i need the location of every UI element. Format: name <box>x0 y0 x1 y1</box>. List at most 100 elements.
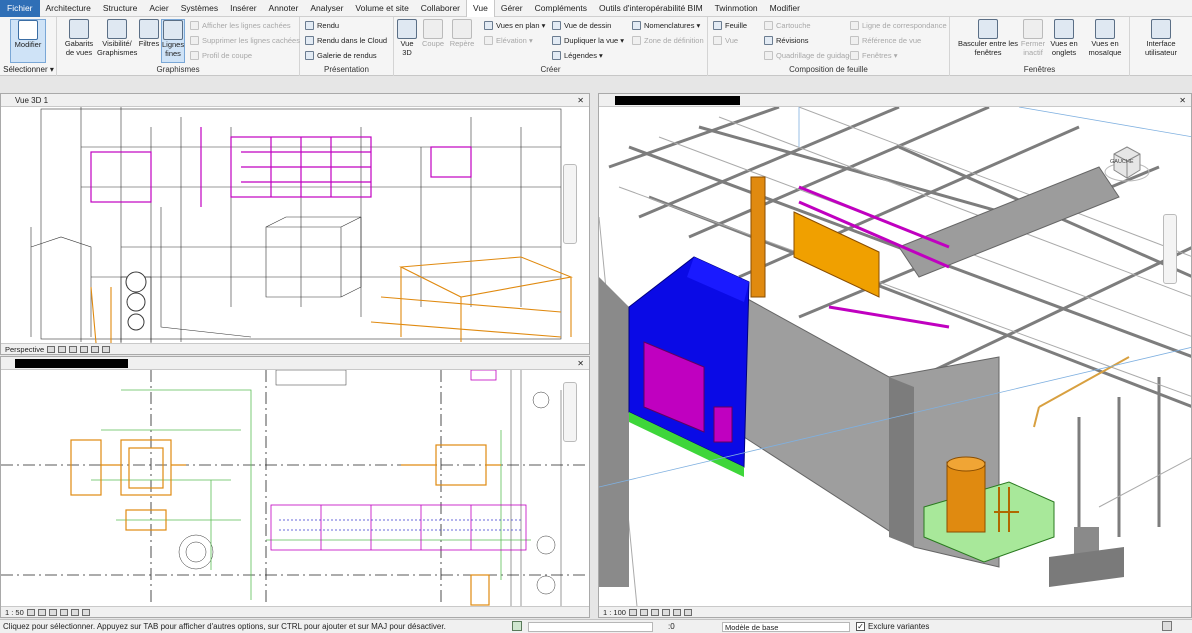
create-group: Vue 3D Coupe Repère Vues en plan ▾ Eléva… <box>394 17 708 76</box>
plan-view-window[interactable]: ✕ 1 : 50 <box>0 356 590 618</box>
menu-tab-compl-ments[interactable]: Compléments <box>529 0 593 17</box>
filter-icon[interactable] <box>1162 621 1172 631</box>
render-gallery-icon <box>305 51 314 60</box>
right-scale-label: 1 : 100 <box>603 607 626 617</box>
section-button[interactable]: Coupe <box>420 19 446 49</box>
crop-icon[interactable] <box>70 608 79 616</box>
render-button[interactable]: Rendu <box>305 20 339 31</box>
menu-tab-twinmotion[interactable]: Twinmotion <box>709 0 764 17</box>
sheet-button[interactable]: Feuille <box>713 20 747 31</box>
thin-lines-button[interactable]: Lignes fines <box>161 19 185 63</box>
plan-views-button[interactable]: Vues en plan ▾ <box>484 20 545 31</box>
temporary-hide-icon[interactable] <box>81 608 90 616</box>
close-inactive-button[interactable]: Fermer inactif <box>1020 19 1046 57</box>
crop-icon[interactable] <box>672 608 681 616</box>
redacted-title <box>15 359 128 368</box>
menu-tab-modifier[interactable]: Modifier <box>764 0 806 17</box>
menu-tab-volume-et-site[interactable]: Volume et site <box>349 0 414 17</box>
presentation-group-title: Présentation <box>324 65 369 74</box>
workset-dropdown[interactable] <box>528 622 653 632</box>
render-gallery-button[interactable]: Galerie de rendus <box>305 50 377 61</box>
navigation-bar[interactable] <box>563 164 577 244</box>
sun-path-icon[interactable] <box>650 608 659 616</box>
detail-level-icon[interactable] <box>628 608 637 616</box>
show-hidden-label: Afficher les lignes cachées <box>202 21 291 30</box>
viewcube[interactable]: GAUCHE <box>1104 142 1150 184</box>
guide-grid-button[interactable]: Quadrillage de guidage <box>764 50 854 61</box>
select-dropdown[interactable]: Sélectionner ▾ <box>0 65 57 74</box>
legends-button[interactable]: Légendes ▾ <box>552 50 603 61</box>
visibility-graphics-button[interactable]: Visibilité/ Graphismes <box>97 19 137 57</box>
tab-views-button[interactable]: Vues en onglets <box>1046 19 1082 57</box>
view-mode-label: Perspective <box>5 344 45 354</box>
remove-hidden-lines-button[interactable]: Supprimer les lignes cachées <box>190 35 300 46</box>
navigation-bar[interactable] <box>563 382 577 442</box>
visual-style-icon[interactable] <box>37 608 46 616</box>
elevation-button[interactable]: Elévation ▾ <box>484 35 533 46</box>
menu-tab-outils-d-interop-rabilit-bim[interactable]: Outils d'interopérabilité BIM <box>593 0 709 17</box>
schedules-label: Nomenclatures <box>644 21 695 30</box>
close-icon[interactable]: ✕ <box>1179 94 1186 107</box>
menu-tab-ins-rer[interactable]: Insérer <box>224 0 262 17</box>
title-block-button[interactable]: Cartouche <box>764 20 811 31</box>
view-3d-window[interactable]: Vue 3D 1 ✕ Perspective <box>0 93 590 355</box>
scope-box-button[interactable]: Zone de définition <box>632 35 704 46</box>
menu-tab-annoter[interactable]: Annoter <box>263 0 305 17</box>
menu-tab-architecture[interactable]: Architecture <box>40 0 97 17</box>
sheet-composition-title: Composition de feuille <box>789 65 868 74</box>
design-option-dropdown[interactable]: Modèle de base <box>722 622 850 632</box>
menu-tab-g-rer[interactable]: Gérer <box>495 0 529 17</box>
visibility-label: Visibilité/ Graphismes <box>97 39 138 57</box>
user-interface-button[interactable]: Interface utilisateur <box>1140 19 1182 57</box>
reveal-hidden-icon[interactable] <box>102 345 111 353</box>
schedules-button[interactable]: Nomenclatures ▾ <box>632 20 700 31</box>
navigation-bar[interactable] <box>1163 214 1177 284</box>
menu-tab-analyser[interactable]: Analyser <box>304 0 349 17</box>
view-place-button[interactable]: Vue <box>713 35 738 46</box>
temporary-hide-icon[interactable] <box>91 345 100 353</box>
sun-path-icon[interactable] <box>48 608 57 616</box>
close-icon[interactable]: ✕ <box>577 357 584 370</box>
menu-tab-vue[interactable]: Vue <box>466 0 495 17</box>
menu-tab-acier[interactable]: Acier <box>143 0 174 17</box>
3d-view-button[interactable]: Vue 3D <box>396 19 418 57</box>
cut-profile-button[interactable]: Profil de coupe <box>190 50 252 61</box>
crop-icon[interactable] <box>80 345 89 353</box>
right-3d-window[interactable]: ✕ GAUCHE 1: 100 <box>598 93 1192 618</box>
show-hidden-lines-button[interactable]: Afficher les lignes cachées <box>190 20 291 31</box>
shadows-icon[interactable] <box>661 608 670 616</box>
switch-windows-button[interactable]: Basculer entre les fenêtres <box>954 19 1022 57</box>
tile-views-button[interactable]: Vues en mosaïque <box>1084 19 1126 57</box>
cloud-render-button[interactable]: Rendu dans le Cloud <box>305 35 387 46</box>
view-templates-button[interactable]: Gabarits de vues <box>61 19 97 57</box>
modify-button[interactable]: Modifier <box>10 19 46 63</box>
close-icon[interactable]: ✕ <box>577 94 584 107</box>
visual-style-icon[interactable] <box>47 345 56 353</box>
menu-tab-collaborer[interactable]: Collaborer <box>415 0 466 17</box>
filters-button[interactable]: Filtres <box>137 19 161 49</box>
worksets-icon[interactable] <box>512 621 522 631</box>
shadows-icon[interactable] <box>59 608 68 616</box>
view-3d-canvas[interactable] <box>1 107 590 345</box>
matchline-button[interactable]: Ligne de correspondance <box>850 20 947 31</box>
temporary-hide-icon[interactable] <box>683 608 692 616</box>
duplicate-view-button[interactable]: Dupliquer la vue ▾ <box>552 35 624 46</box>
plan-view-canvas[interactable] <box>1 370 590 608</box>
matchline-label: Ligne de correspondance <box>862 21 947 30</box>
revisions-button[interactable]: Révisions <box>764 35 809 46</box>
callout-button[interactable]: Repère <box>448 19 476 49</box>
sun-path-icon[interactable] <box>58 345 67 353</box>
drafting-view-button[interactable]: Vue de dessin <box>552 20 611 31</box>
shadows-icon[interactable] <box>69 345 78 353</box>
detail-level-icon[interactable] <box>26 608 35 616</box>
menu-tab-fichier[interactable]: Fichier <box>0 0 40 17</box>
viewports-button[interactable]: Fenêtres ▾ <box>850 50 897 61</box>
view-reference-button[interactable]: Référence de vue <box>850 35 921 46</box>
exclude-options-checkbox[interactable]: ✓ <box>856 622 865 631</box>
drafting-view-label: Vue de dessin <box>564 21 612 30</box>
visual-style-icon[interactable] <box>639 608 648 616</box>
menu-tab-structure[interactable]: Structure <box>97 0 144 17</box>
menu-bar: Fichier Architecture Structure Acier Système… <box>0 0 1192 17</box>
view-place-label: Vue <box>725 36 739 45</box>
menu-tab-syst-mes[interactable]: Systèmes <box>175 0 224 17</box>
